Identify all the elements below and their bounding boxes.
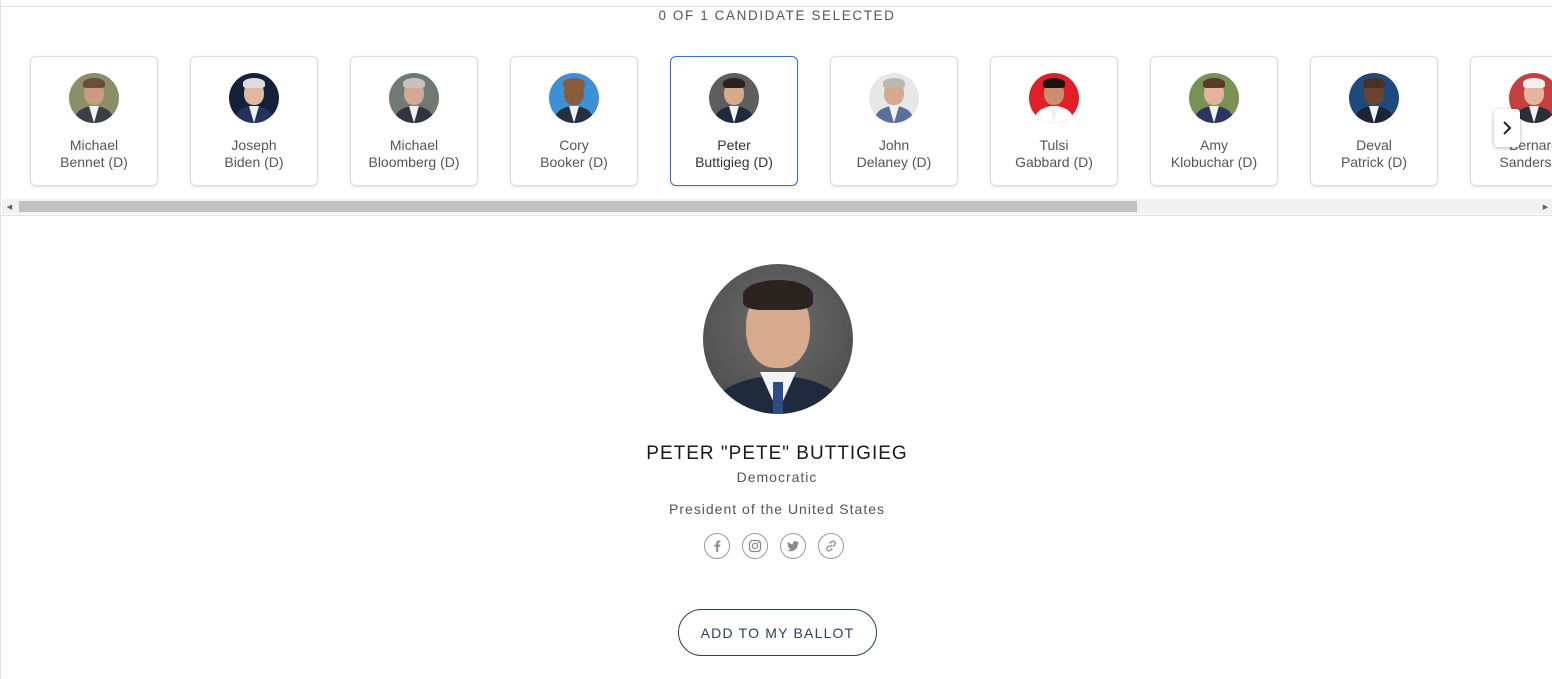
candidate-photo	[703, 264, 853, 414]
chevron-right-icon	[1503, 121, 1512, 135]
candidate-avatar	[1189, 73, 1239, 123]
candidate-card[interactable]: Cory Booker (D)	[510, 56, 638, 186]
candidate-card[interactable]: Deval Patrick (D)	[1310, 56, 1438, 186]
candidate-card-name: Michael Bennet (D)	[60, 137, 128, 171]
candidate-last-name: Biden (D)	[224, 154, 284, 170]
candidate-first-name: Deval	[1356, 137, 1392, 153]
candidate-avatar	[549, 73, 599, 123]
candidate-card-name: Amy Klobuchar (D)	[1171, 137, 1257, 171]
candidate-first-name: John	[878, 137, 910, 153]
candidate-card[interactable]: John Delaney (D)	[830, 56, 958, 186]
section-divider	[1, 215, 1552, 216]
candidate-last-name: Bloomberg (D)	[368, 154, 460, 170]
candidate-first-name: Amy	[1200, 137, 1228, 153]
candidate-card-name: Joseph Biden (D)	[224, 137, 283, 171]
scrollbar-thumb[interactable]	[19, 201, 1137, 212]
candidate-first-name: Cory	[559, 137, 589, 153]
candidate-card[interactable]: Peter Buttigieg (D)	[670, 56, 798, 186]
website-link-icon	[826, 540, 836, 552]
candidate-avatar	[709, 73, 759, 123]
candidate-office: President of the United States	[669, 501, 885, 517]
twitter-link[interactable]	[780, 533, 806, 559]
candidate-card[interactable]: Tulsi Gabbard (D)	[990, 56, 1118, 186]
social-links	[704, 533, 844, 559]
scroll-right-arrow-icon[interactable]: ▶	[1538, 199, 1552, 214]
candidate-last-name: Gabbard (D)	[1015, 154, 1093, 170]
instagram-icon	[748, 539, 762, 553]
candidate-card[interactable]: Amy Klobuchar (D)	[1150, 56, 1278, 186]
candidate-avatar	[229, 73, 279, 123]
candidate-first-name: Michael	[389, 137, 439, 153]
scroll-left-arrow-icon[interactable]: ◀	[2, 199, 17, 214]
twitter-icon	[786, 541, 799, 552]
candidate-card-name: Tulsi Gabbard (D)	[1015, 137, 1093, 171]
selection-status: 0 OF 1 CANDIDATE SELECTED	[658, 8, 896, 23]
candidate-last-name: Booker (D)	[540, 154, 608, 170]
candidate-card-name: Peter Buttigieg (D)	[695, 137, 773, 171]
instagram-link[interactable]	[742, 533, 768, 559]
carousel-next-button[interactable]	[1494, 109, 1520, 147]
candidate-last-name: Sanders (I)	[1499, 154, 1552, 170]
candidate-card[interactable]: Michael Bennet (D)	[30, 56, 158, 186]
candidate-last-name: Klobuchar (D)	[1170, 154, 1258, 170]
candidate-card-name: Cory Booker (D)	[540, 137, 608, 171]
candidate-name: PETER "PETE" BUTTIGIEG	[646, 443, 908, 464]
facebook-link[interactable]	[704, 533, 730, 559]
candidate-avatar	[869, 73, 919, 123]
candidate-first-name: Joseph	[231, 137, 277, 153]
candidate-last-name: Bennet (D)	[60, 154, 128, 170]
candidate-track: Michael Bennet (D) Joseph Biden (D) Michael B…	[30, 56, 1552, 186]
top-border	[1, 6, 1552, 7]
website-link[interactable]	[818, 533, 844, 559]
candidate-last-name: Delaney (D)	[856, 154, 932, 170]
add-to-ballot-button[interactable]: ADD TO MY BALLOT	[678, 609, 877, 656]
candidate-card-name: John Delaney (D)	[857, 137, 932, 171]
candidate-card-name: Michael Bloomberg (D)	[368, 137, 459, 171]
candidate-avatar	[69, 73, 119, 123]
candidate-first-name: Peter	[717, 137, 751, 153]
page: 0 OF 1 CANDIDATE SELECTED Michael Bennet …	[0, 0, 1552, 679]
horizontal-scrollbar[interactable]: ◀ ▶	[2, 199, 1552, 214]
candidate-card-name: Deval Patrick (D)	[1341, 137, 1407, 171]
candidate-first-name: Michael	[69, 137, 119, 153]
candidate-card[interactable]: Joseph Biden (D)	[190, 56, 318, 186]
candidate-carousel: Michael Bennet (D) Joseph Biden (D) Michael B…	[1, 40, 1552, 200]
facebook-icon	[714, 540, 721, 552]
candidate-avatar	[389, 73, 439, 123]
candidate-last-name: Patrick (D)	[1340, 154, 1408, 170]
candidate-card[interactable]: Michael Bloomberg (D)	[350, 56, 478, 186]
candidate-avatar	[1349, 73, 1399, 123]
candidate-first-name: Tulsi	[1039, 137, 1069, 153]
candidate-last-name: Buttigieg (D)	[695, 154, 773, 170]
candidate-party: Democratic	[736, 469, 818, 485]
candidate-avatar	[1029, 73, 1079, 123]
